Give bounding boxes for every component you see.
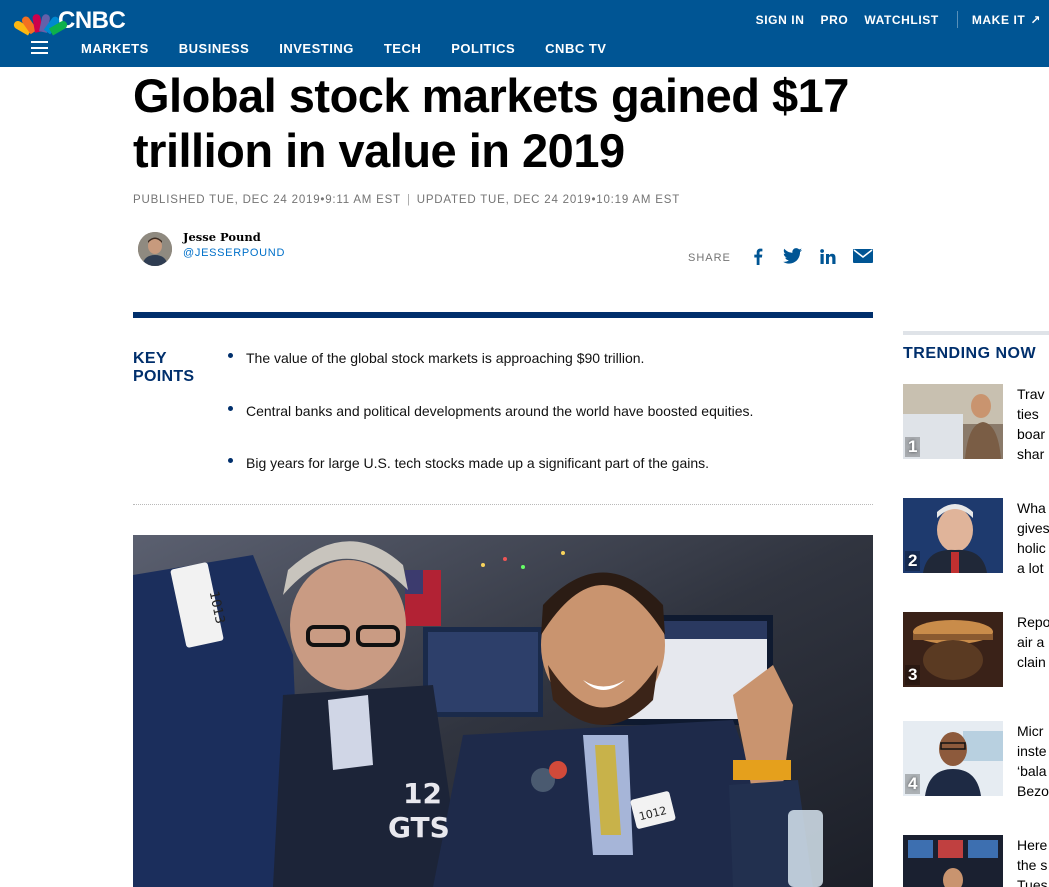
trending-line: Bezo <box>1017 783 1049 799</box>
sign-in-link[interactable]: SIGN IN <box>756 13 805 27</box>
logo-text: CNBC <box>58 7 126 34</box>
jacket-text-1: 12 <box>403 777 442 810</box>
cnbc-logo[interactable]: CNBC <box>12 7 126 36</box>
trending-line: Here <box>1017 837 1048 853</box>
site-header: CNBC SIGN IN PRO WATCHLIST MAKE IT ↗ MAR… <box>0 0 1049 67</box>
nav-cnbc-tv[interactable]: CNBC TV <box>545 41 606 56</box>
key-points-title-line-1: KEY <box>133 350 167 367</box>
author-name[interactable]: Jesse Pound <box>183 230 261 244</box>
key-points-divider <box>133 504 873 505</box>
key-point-item: The value of the global stock markets is… <box>227 348 867 401</box>
divider <box>956 11 958 28</box>
trending-rank: 1 <box>905 437 921 457</box>
trending-rank: 4 <box>905 774 921 794</box>
linkedin-icon[interactable] <box>817 246 839 266</box>
trending-thumbnail: 5 <box>903 835 1003 887</box>
trending-thumbnail: 1 <box>903 384 1003 459</box>
headline-line-2: trillion in value in 2019 <box>133 124 625 177</box>
nav-politics[interactable]: POLITICS <box>451 41 515 56</box>
trending-thumbnail: 4 <box>903 721 1003 796</box>
trending-line: Tues <box>1017 877 1048 887</box>
trending-line: boar <box>1017 426 1046 442</box>
peacock-icon <box>12 10 69 36</box>
author-handle[interactable]: @JESSERPOUND <box>183 247 285 259</box>
trending-line: Repo <box>1017 614 1049 630</box>
key-points-title-line-2: POINTS <box>133 368 195 385</box>
trending-line: holic <box>1017 540 1046 556</box>
dateline-separator: | <box>406 194 411 206</box>
trending-line: a lot <box>1017 560 1044 576</box>
trending-line: the s <box>1017 857 1048 873</box>
trending-line: Wha <box>1017 500 1046 516</box>
trending-line: Trav <box>1017 386 1045 402</box>
trending-line: ‘bala <box>1017 763 1047 779</box>
key-point-item: Central banks and political developments… <box>227 401 867 454</box>
trending-line: Micr <box>1017 723 1044 739</box>
key-points-rule <box>133 312 873 318</box>
trending-item[interactable]: 5 Here the s Tues <box>903 835 1049 887</box>
trending-line: gives <box>1017 520 1049 536</box>
published-time: PUBLISHED TUE, DEC 24 2019•9:11 AM EST <box>133 194 401 206</box>
key-point-item: Big years for large U.S. tech stocks mad… <box>227 453 867 506</box>
headline-line-1: Global stock markets gained $17 <box>133 69 849 122</box>
nav-business[interactable]: BUSINESS <box>179 41 249 56</box>
trending-line: ties <box>1017 406 1039 422</box>
pro-link[interactable]: PRO <box>821 13 849 27</box>
main-nav: MARKETS BUSINESS INVESTING TECH POLITICS… <box>81 41 636 56</box>
updated-time: UPDATED TUE, DEC 24 2019•10:19 AM EST <box>416 194 681 206</box>
trending-thumbnail: 2 <box>903 498 1003 573</box>
jacket-text-2: GTS <box>388 811 450 844</box>
trending-line: air a <box>1017 634 1045 650</box>
make-it-label: MAKE IT <box>971 12 1026 27</box>
share-label: SHARE <box>688 251 731 264</box>
trending-headline: Wha gives holic a lot <box>1017 498 1049 578</box>
dateline: PUBLISHED TUE, DEC 24 2019•9:11 AM EST |… <box>133 194 680 206</box>
trending-title: TRENDING NOW <box>903 345 1037 362</box>
trending-headline: Micr inste ‘bala Bezo <box>1017 721 1049 801</box>
nav-investing[interactable]: INVESTING <box>279 41 354 56</box>
trending-headline: Here the s Tues <box>1017 835 1049 887</box>
key-points-title: KEY POINTS <box>133 350 223 386</box>
external-arrow-icon: ↗ <box>1030 12 1041 27</box>
trending-rule <box>903 331 1049 335</box>
nav-markets[interactable]: MARKETS <box>81 41 149 56</box>
trending-line: inste <box>1017 743 1047 759</box>
watchlist-link[interactable]: WATCHLIST <box>864 13 939 27</box>
article-headline: Global stock markets gained $17 trillion… <box>133 68 963 178</box>
trending-item[interactable]: 4 Micr inste ‘bala Bezo <box>903 721 1049 799</box>
top-links: SIGN IN PRO WATCHLIST MAKE IT ↗ <box>756 11 1049 28</box>
article-photo[interactable]: 1013 12 GTS 1012 <box>133 535 873 887</box>
twitter-icon[interactable] <box>782 246 804 266</box>
trending-item[interactable]: 1 Trav ties boar shar <box>903 384 1049 462</box>
share-bar: SHARE <box>688 246 887 266</box>
facebook-icon[interactable] <box>747 246 769 266</box>
menu-icon[interactable] <box>31 41 48 54</box>
make-it-link[interactable]: MAKE IT ↗ <box>972 13 1041 27</box>
trending-headline: Repo air a clain <box>1017 612 1049 672</box>
key-points-list: The value of the global stock markets is… <box>227 348 867 506</box>
nav-tech[interactable]: TECH <box>384 41 421 56</box>
email-icon[interactable] <box>852 246 874 266</box>
trending-line: shar <box>1017 446 1045 462</box>
trending-headline: Trav ties boar shar <box>1017 384 1049 464</box>
trending-line: clain <box>1017 654 1046 670</box>
trending-item[interactable]: 3 Repo air a clain <box>903 612 1049 687</box>
trending-rank: 3 <box>905 665 921 685</box>
trending-thumbnail: 3 <box>903 612 1003 687</box>
trending-item[interactable]: 2 Wha gives holic a lot <box>903 498 1049 576</box>
author-avatar[interactable] <box>138 232 172 266</box>
trending-rank: 2 <box>905 551 921 571</box>
